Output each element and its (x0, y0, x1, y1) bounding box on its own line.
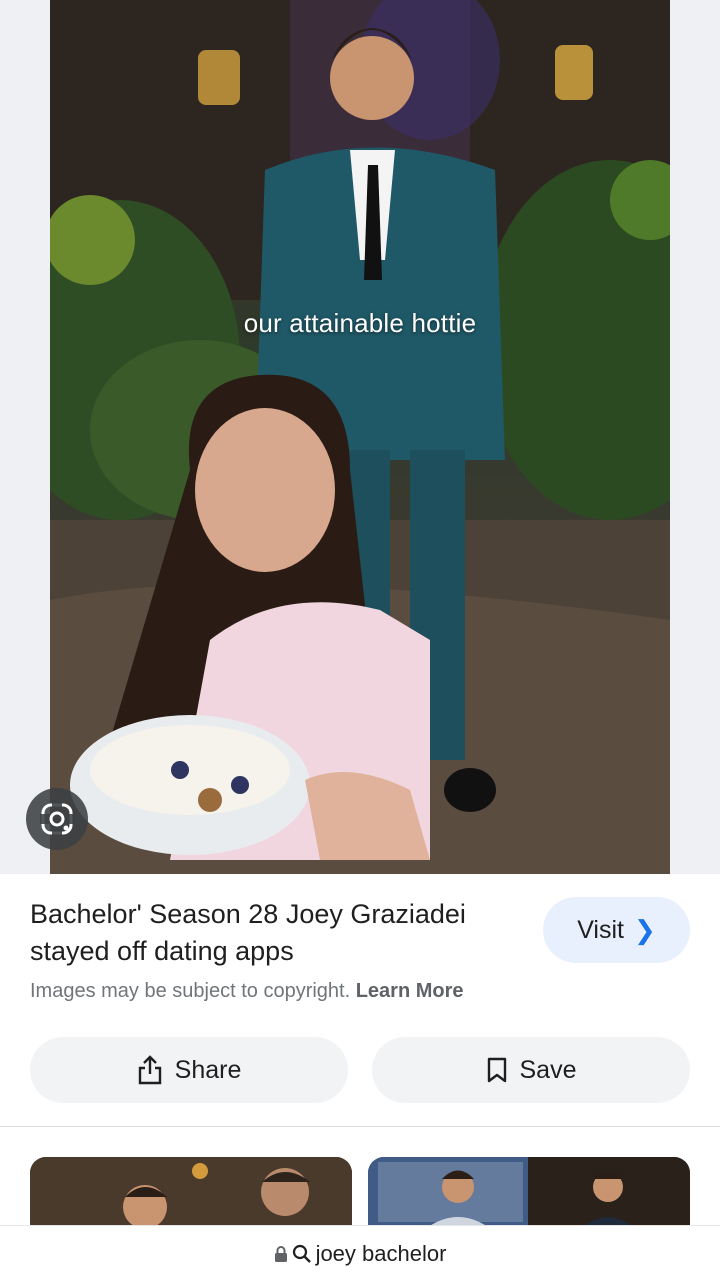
result-image[interactable] (50, 0, 670, 874)
section-divider (0, 1126, 720, 1127)
result-title[interactable]: Bachelor' Season 28 Joey Graziadei staye… (30, 896, 510, 970)
share-button[interactable]: Share (30, 1037, 348, 1103)
learn-more-link[interactable]: Learn More (356, 980, 464, 1002)
share-label: Share (174, 1055, 242, 1084)
thumbnail-illustration (368, 1157, 690, 1227)
image-illustration (50, 0, 670, 874)
address-bar[interactable]: joey bachelor (0, 1225, 720, 1281)
save-button[interactable]: Save (372, 1037, 690, 1103)
thumbnail-illustration (30, 1157, 352, 1227)
copyright-text: Images may be subject to copyright. (30, 980, 351, 1002)
lens-icon (40, 802, 74, 836)
search-icon (292, 1244, 311, 1263)
related-image-thumbnail[interactable] (30, 1157, 352, 1227)
search-query: joey bachelor (315, 1240, 447, 1266)
copyright-notice: Images may be subject to copyright. Lear… (30, 980, 464, 1003)
bookmark-icon (487, 1057, 506, 1083)
visit-button[interactable]: Visit ❯ (543, 897, 690, 963)
chevron-right-icon: ❯ (633, 914, 656, 945)
visit-label: Visit (577, 915, 624, 944)
save-label: Save (519, 1055, 577, 1084)
lock-icon (274, 1245, 287, 1262)
google-lens-button[interactable] (26, 788, 88, 850)
image-caption: our attainable hottie (243, 308, 477, 338)
related-image-thumbnail[interactable] (368, 1157, 690, 1227)
share-icon (138, 1055, 161, 1085)
